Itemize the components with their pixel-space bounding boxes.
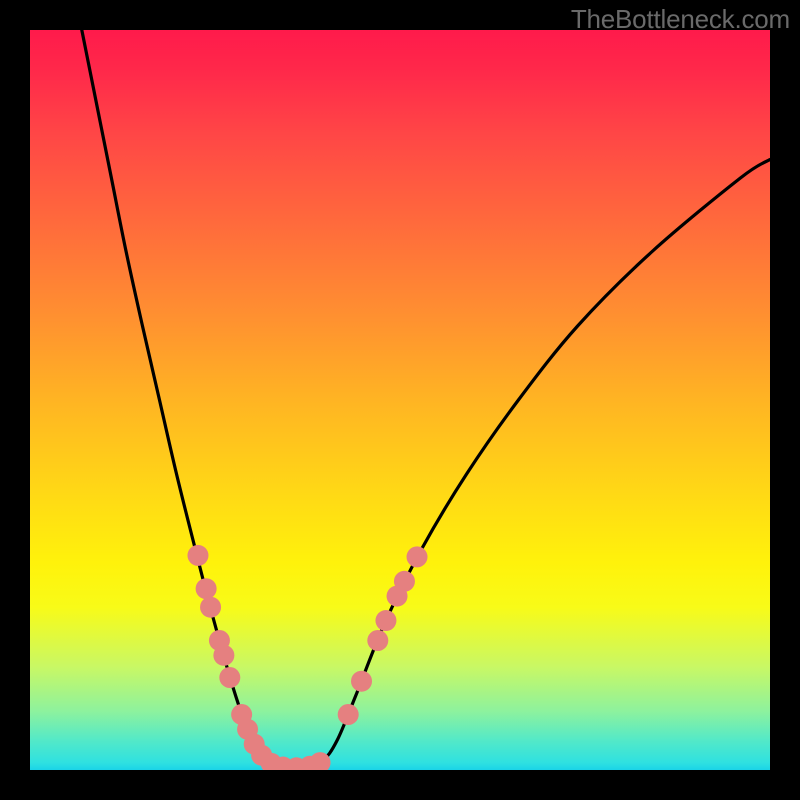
data-dot <box>351 671 372 692</box>
data-dot <box>375 610 396 631</box>
data-dots <box>187 545 427 770</box>
data-dot <box>367 630 388 651</box>
data-dot <box>187 545 208 566</box>
chart-svg <box>30 30 770 770</box>
data-dot <box>407 546 428 567</box>
plot-area <box>30 30 770 770</box>
data-dot <box>196 578 217 599</box>
data-dot <box>200 597 221 618</box>
data-dot <box>219 667 240 688</box>
data-dot <box>213 645 234 666</box>
data-dot <box>394 571 415 592</box>
chart-frame: TheBottleneck.com <box>0 0 800 800</box>
bottleneck-curve <box>82 30 770 769</box>
data-dot <box>338 704 359 725</box>
